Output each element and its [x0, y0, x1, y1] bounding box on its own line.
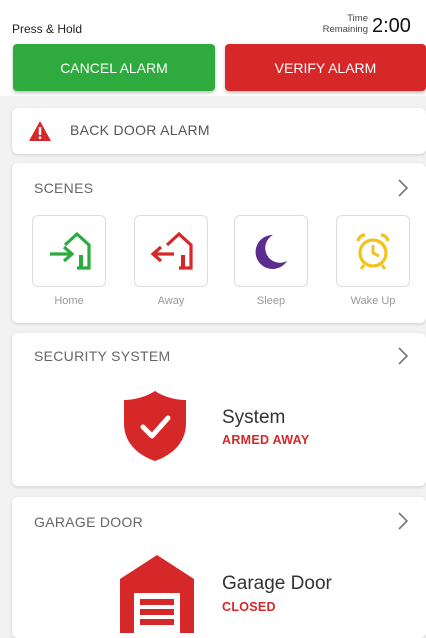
time-remaining-value: 2:00 — [372, 15, 411, 37]
verify-alarm-button[interactable]: VERIFY ALARM — [225, 44, 426, 91]
system-status: ARMED AWAY — [222, 433, 310, 447]
home-leave-icon — [150, 231, 193, 270]
alarm-banner[interactable]: BACK DOOR ALARM — [12, 108, 426, 154]
time-remaining-label: Time Remaining — [304, 13, 368, 35]
scene-wake-up-tile[interactable] — [336, 215, 410, 287]
home-arrive-icon — [50, 231, 91, 270]
scene-label: Wake Up — [350, 295, 396, 307]
garage-door-card[interactable]: GARAGE DOOR Garage Door CLOSED — [12, 497, 426, 638]
warning-triangle-icon — [29, 121, 51, 141]
scene-home[interactable]: Home — [32, 215, 106, 307]
scenes-title: SCENES — [34, 180, 94, 196]
alarm-text: BACK DOOR ALARM — [70, 122, 210, 138]
system-name: System — [222, 407, 286, 428]
garage-icon — [120, 555, 194, 633]
security-system-card[interactable]: SECURITY SYSTEM System ARMED AWAY — [12, 333, 426, 486]
garage-title: GARAGE DOOR — [34, 514, 144, 530]
moon-icon — [255, 234, 287, 269]
scene-away[interactable]: Away — [134, 215, 208, 307]
scene-wake-up[interactable]: Wake Up — [336, 215, 410, 307]
scene-label: Sleep — [256, 295, 286, 307]
time-label-line-1: Time — [347, 13, 368, 24]
scene-sleep[interactable]: Sleep — [234, 215, 308, 307]
chevron-right-icon[interactable] — [396, 345, 410, 367]
alarm-clock-icon — [356, 233, 390, 270]
scene-label: Home — [54, 295, 84, 307]
scenes-card: SCENES Home Away Sleep Wake Up — [12, 163, 426, 323]
press-hold-hint: Press & Hold — [12, 22, 83, 36]
scene-away-tile[interactable] — [134, 215, 208, 287]
scene-label: Away — [157, 295, 185, 307]
chevron-right-icon[interactable] — [396, 177, 410, 199]
security-title: SECURITY SYSTEM — [34, 348, 171, 364]
time-label-line-2: Remaining — [322, 24, 368, 35]
shield-check-icon — [124, 391, 186, 461]
cancel-alarm-button[interactable]: CANCEL ALARM — [13, 44, 215, 91]
scene-sleep-tile[interactable] — [234, 215, 308, 287]
chevron-right-icon[interactable] — [396, 510, 410, 532]
garage-status: CLOSED — [222, 600, 276, 614]
scene-home-tile[interactable] — [32, 215, 106, 287]
garage-name: Garage Door — [222, 573, 332, 594]
